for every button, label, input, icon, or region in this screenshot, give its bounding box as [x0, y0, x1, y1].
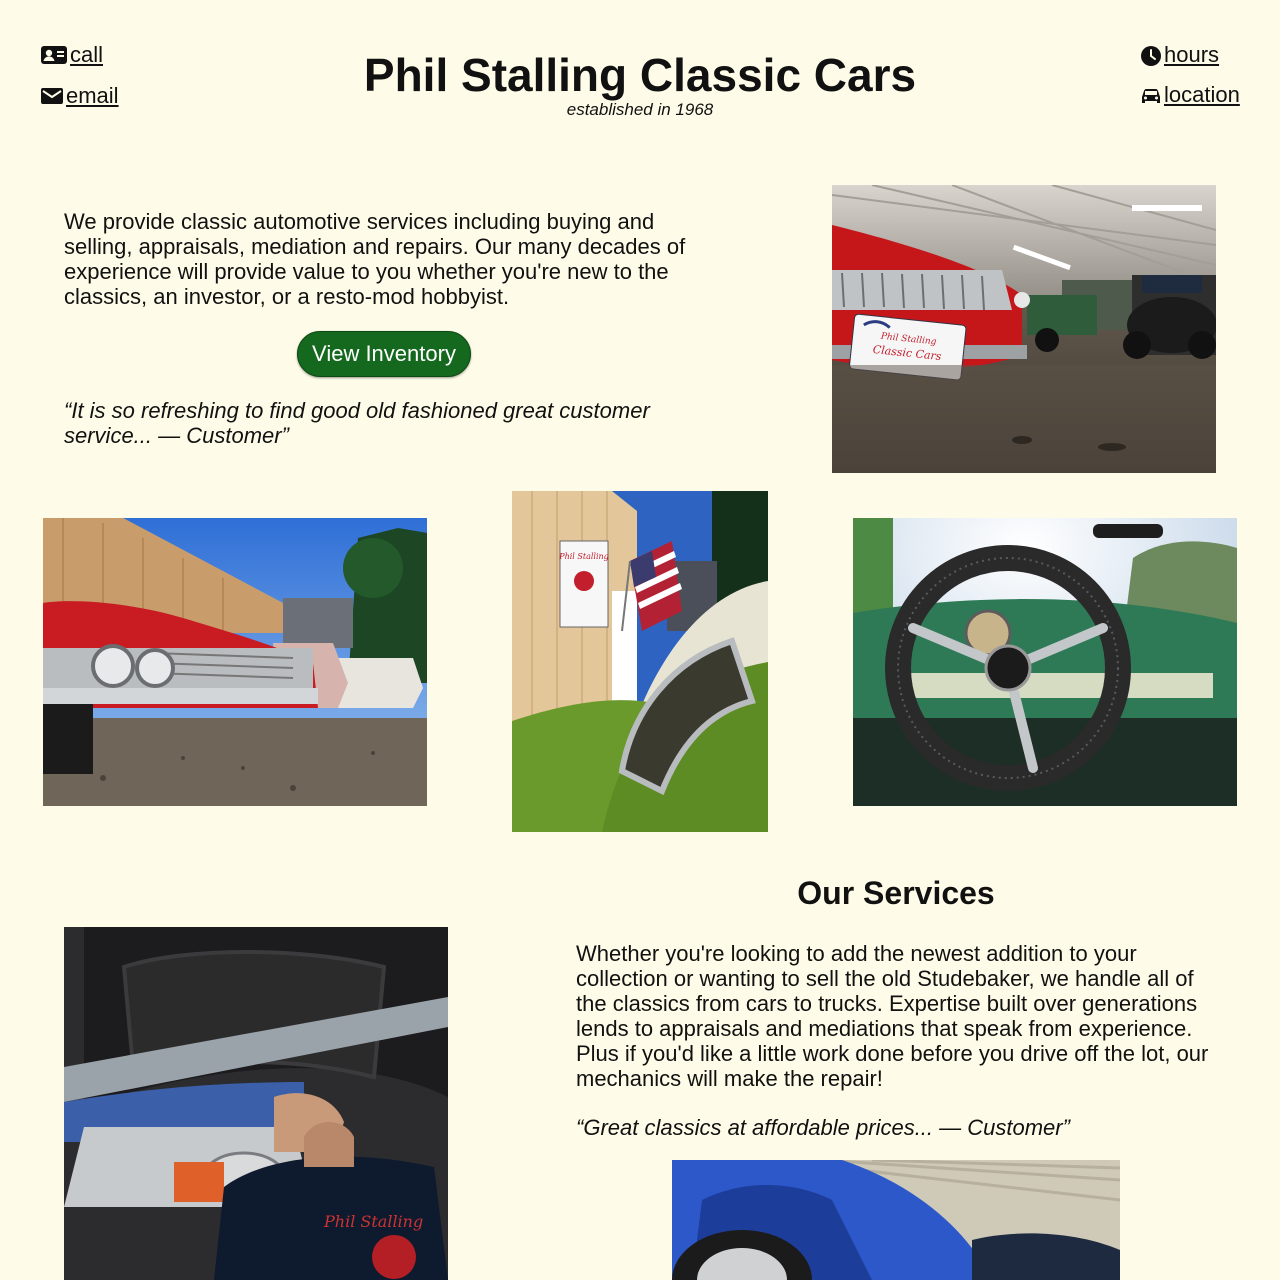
shirt-text: Phil Stalling	[323, 1212, 423, 1231]
site-title: Phil Stalling Classic Cars	[363, 49, 917, 101]
intro-quote: “It is so refreshing to find good old fa…	[64, 398, 650, 448]
site-tagline: established in 1968	[566, 100, 714, 119]
site-header: Phil Stalling Classic Cars established i…	[0, 50, 1280, 120]
intro-text: We provide classic automotive services i…	[64, 209, 686, 309]
steering-wheel-photo	[853, 518, 1237, 806]
green-car-flag-photo: Phil Stalling	[512, 491, 768, 832]
mechanic-engine-photo: Phil Stalling	[64, 927, 448, 1280]
blue-car-photo	[672, 1160, 1120, 1280]
wall-sign-text: Phil Stalling	[558, 552, 609, 561]
services-text: Whether you're looking to add the newest…	[576, 941, 1209, 1091]
cars-lot-photo	[43, 518, 427, 806]
view-inventory-button[interactable]: View Inventory	[297, 331, 471, 377]
showroom-photo: Phil Stalling Classic Cars	[832, 185, 1216, 473]
services-quote: “Great classics at affordable prices... …	[576, 1115, 1070, 1140]
services-heading: Our Services	[797, 875, 995, 911]
